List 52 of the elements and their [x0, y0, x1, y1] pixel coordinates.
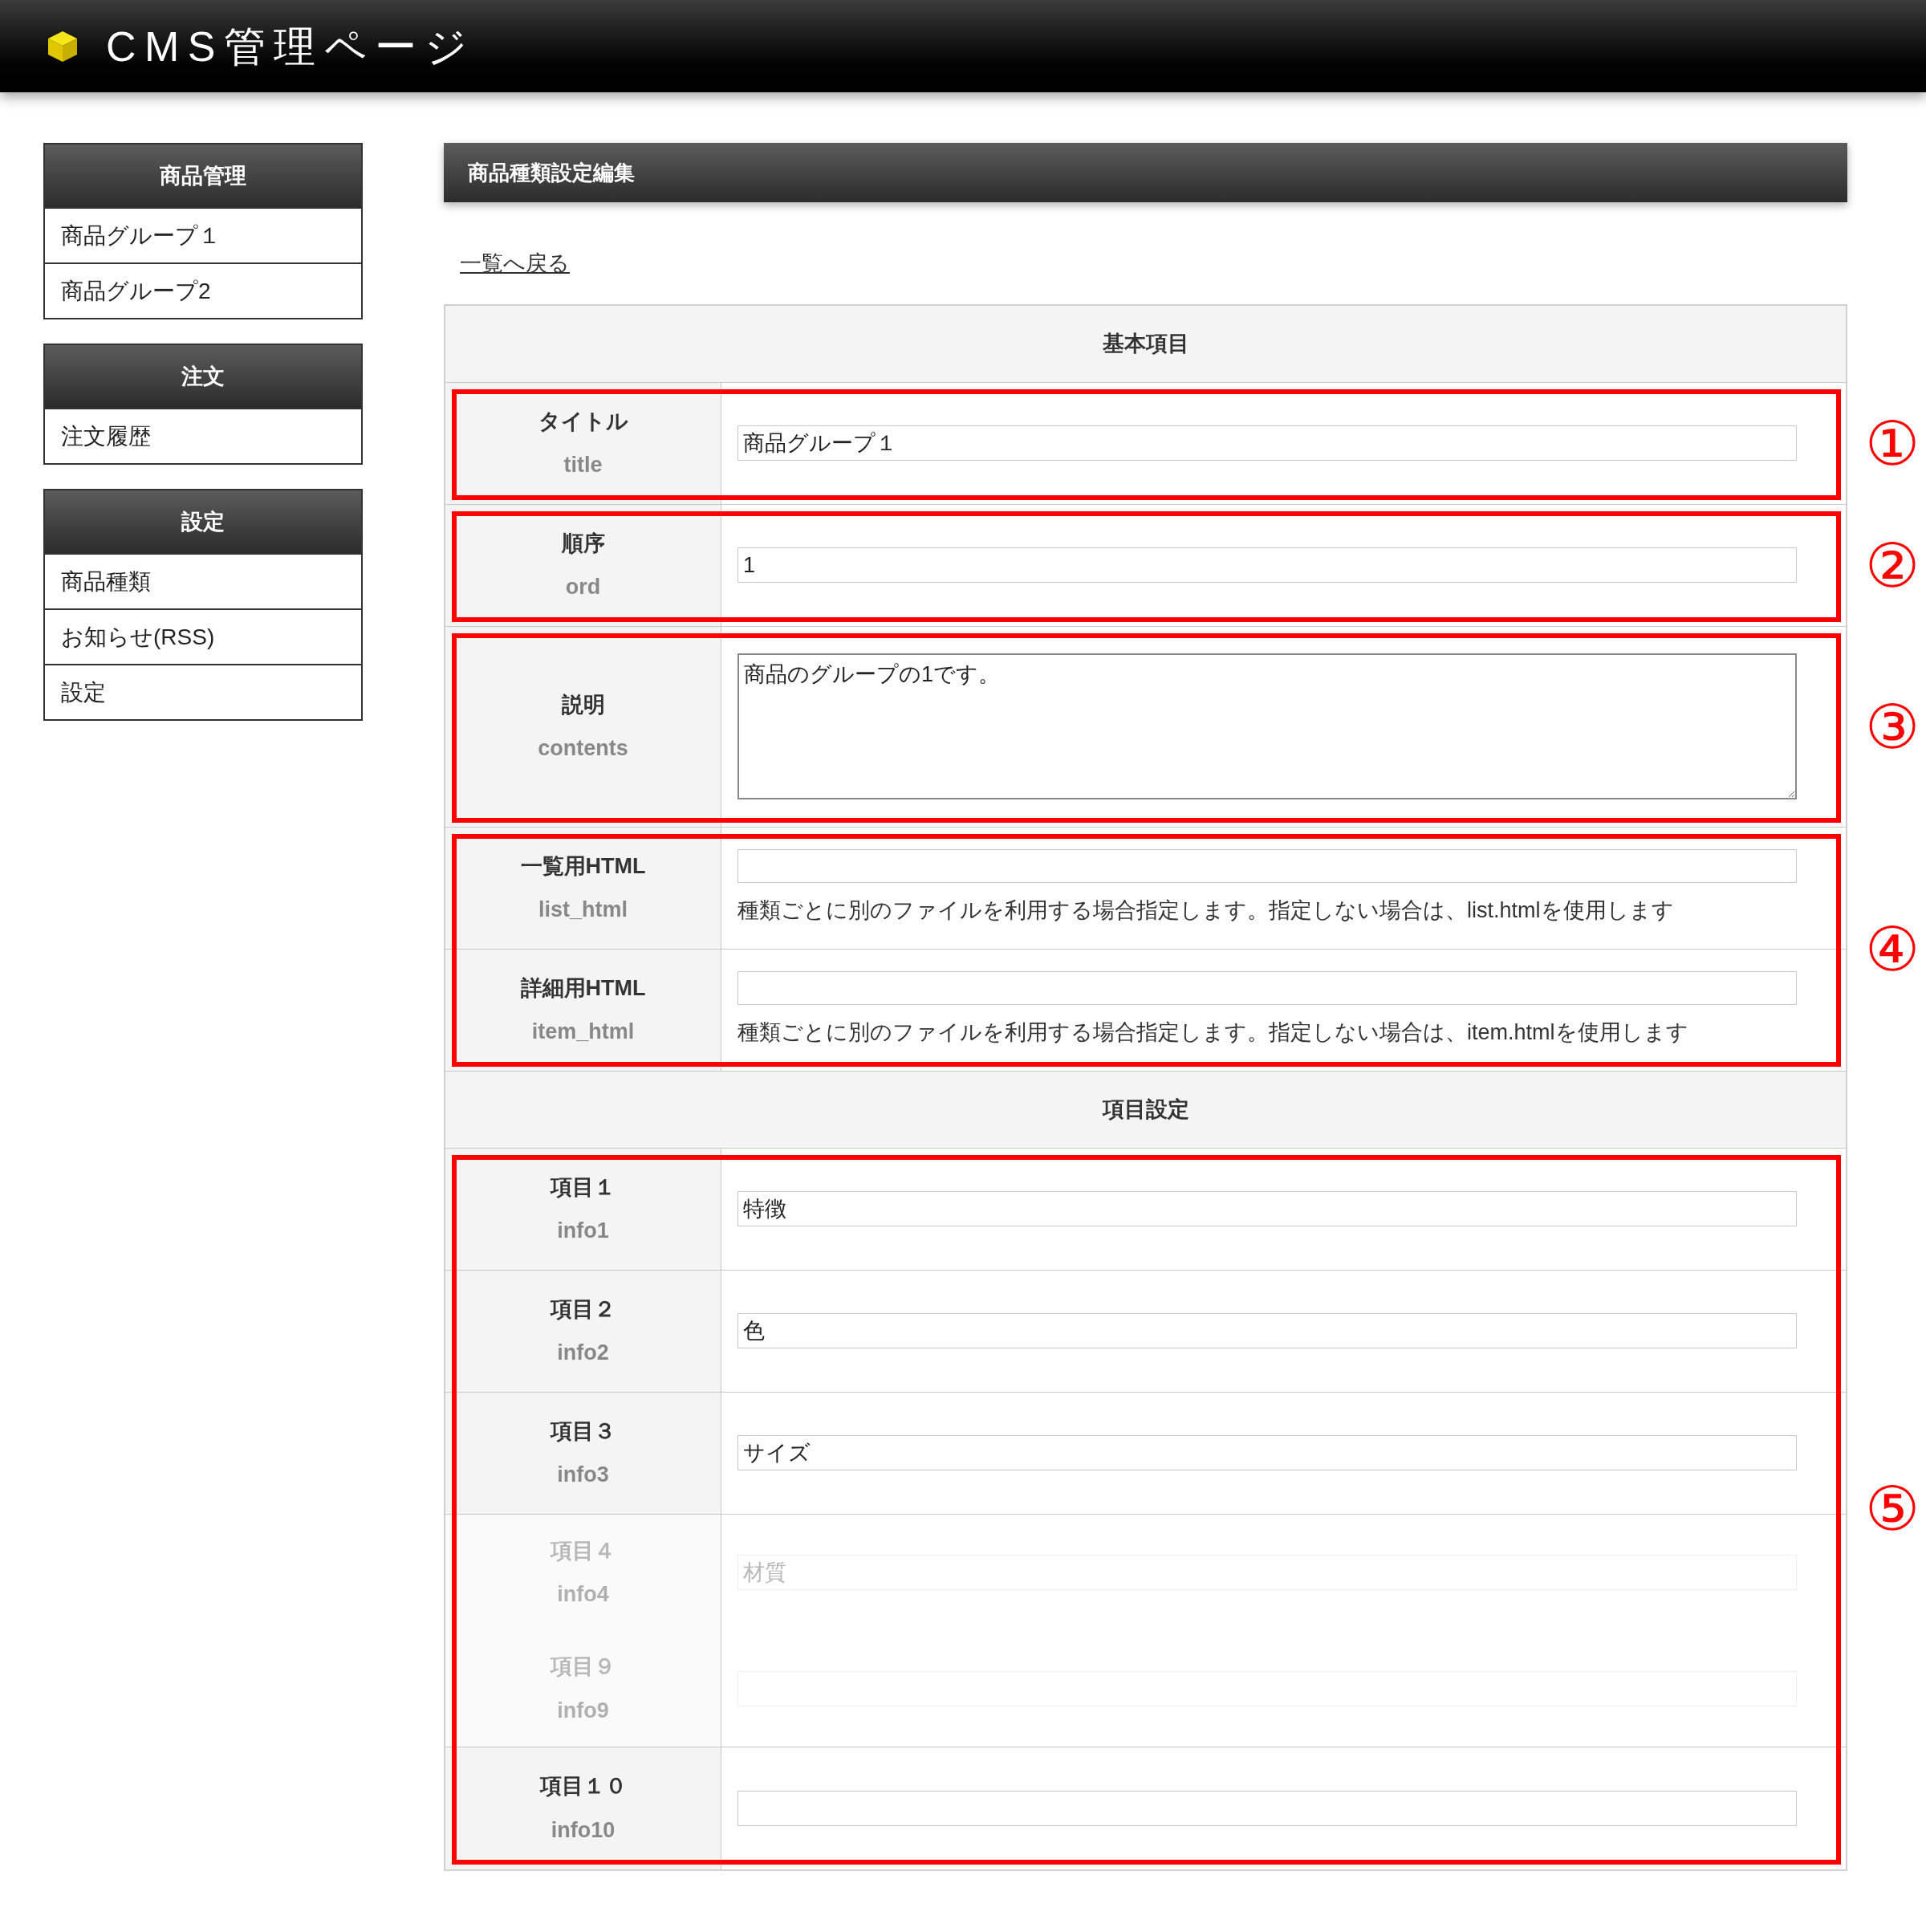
field-label: 項目４	[551, 1537, 616, 1564]
field-key: list_html	[538, 893, 628, 926]
sidebar-item[interactable]: 設定	[45, 664, 361, 719]
text-field[interactable]	[737, 970, 1797, 1005]
sidebar-item[interactable]: 商品グループ１	[45, 207, 361, 262]
sidebar-heading: 注文	[45, 345, 361, 408]
text-field[interactable]: 色	[737, 1313, 1797, 1348]
annotation-number: ④	[1865, 918, 1920, 980]
sidebar-item[interactable]: 注文履歴	[45, 408, 361, 463]
sidebar-item[interactable]: お知らせ(RSS)	[45, 608, 361, 664]
field-key: contents	[538, 732, 628, 765]
field-key: info2	[557, 1336, 609, 1369]
hint-text: 種類ごとに別のファイルを利用する場合指定します。指定しない場合は、list.htmlを使用します	[737, 897, 1675, 924]
field-key: ord	[565, 571, 601, 604]
field-label: 順序	[561, 530, 605, 557]
field-label: 一覧用HTML	[520, 852, 646, 880]
field-label: 項目１０	[539, 1773, 627, 1800]
field-label: 詳細用HTML	[520, 974, 646, 1002]
annotation-number: ③	[1865, 696, 1920, 758]
text-field[interactable]: サイズ	[737, 1435, 1797, 1470]
app-title: CMS管理ページ	[106, 22, 476, 71]
text-field[interactable]	[737, 848, 1797, 883]
text-field[interactable]: 1	[737, 547, 1797, 583]
annotation-number: ②	[1865, 535, 1920, 596]
field-label: タイトル	[538, 408, 628, 435]
page-title-bar: 商品種類設定編集	[444, 143, 1847, 202]
field-key: info4	[557, 1578, 609, 1611]
text-field[interactable]: 特徴	[737, 1191, 1797, 1226]
sidebar-item[interactable]: 商品グループ2	[45, 262, 361, 318]
text-field[interactable]: 商品グループ１	[737, 425, 1797, 461]
field-label: 説明	[561, 691, 605, 718]
section-heading: 項目設定	[445, 1071, 1846, 1149]
field-label: 項目２	[551, 1295, 616, 1323]
field-key: title	[563, 449, 603, 482]
field-label: 項目９	[551, 1653, 616, 1680]
field-key: info3	[557, 1458, 609, 1491]
back-link[interactable]: 一覧へ戻る	[460, 251, 570, 275]
annotation-number: ⑤	[1865, 1478, 1920, 1539]
textarea-field[interactable]: 商品のグループの1です。	[737, 653, 1797, 799]
field-label: 項目１	[551, 1173, 616, 1201]
field-key: item_html	[531, 1015, 635, 1048]
annotation-number: ①	[1865, 413, 1920, 474]
field-key: info10	[551, 1813, 616, 1846]
hint-text: 種類ごとに別のファイルを利用する場合指定します。指定しない場合は、item.htmlを使用します	[737, 1019, 1689, 1046]
field-label: 項目３	[551, 1417, 616, 1445]
text-field[interactable]	[737, 1790, 1797, 1826]
field-key: info1	[557, 1214, 609, 1247]
field-key: info9	[557, 1694, 609, 1727]
sidebar-heading: 商品管理	[45, 144, 361, 207]
sidebar-heading: 設定	[45, 490, 361, 553]
section-heading: 基本項目	[445, 305, 1846, 383]
sidebar-item[interactable]: 商品種類	[45, 553, 361, 608]
